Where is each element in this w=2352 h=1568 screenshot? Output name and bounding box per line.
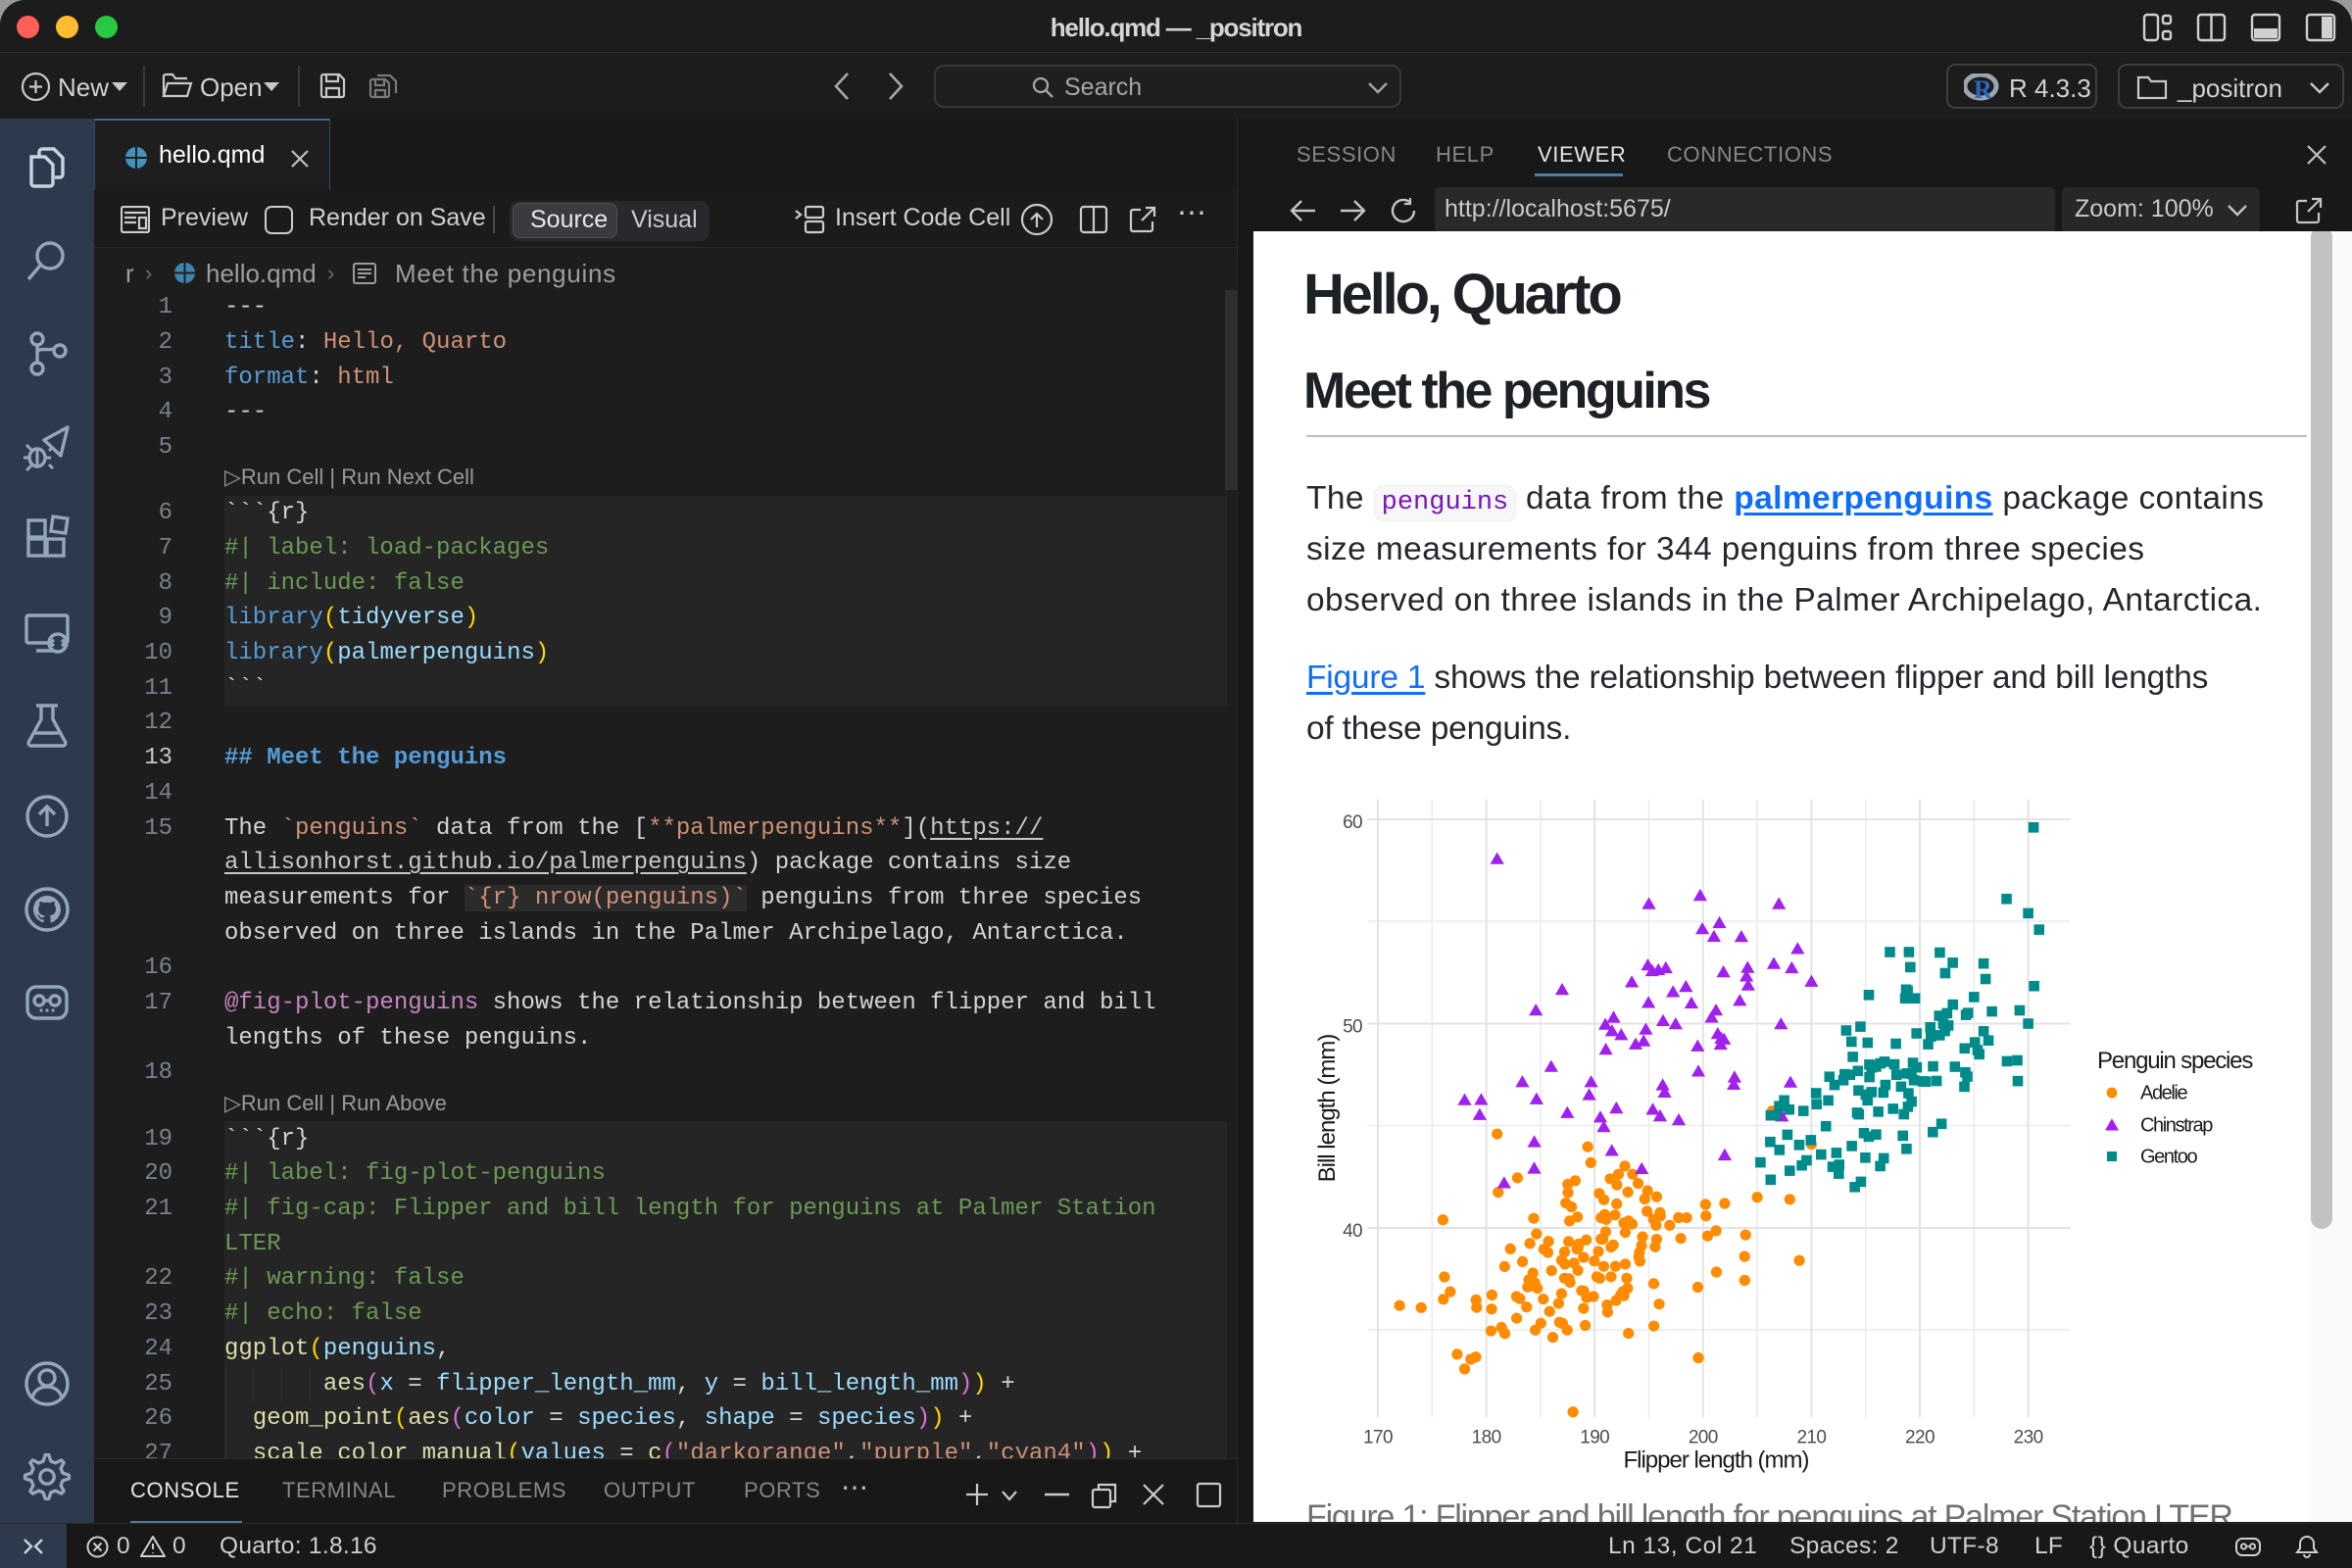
svg-text:Gentoo: Gentoo	[2140, 1147, 2197, 1168]
svg-text:200: 200	[1689, 1428, 1718, 1448]
svg-text:50: 50	[1343, 1017, 1362, 1038]
svg-text:R: R	[1974, 75, 1992, 102]
svg-text:Penguin species: Penguin species	[2097, 1048, 2253, 1074]
svg-text:230: 230	[2014, 1428, 2043, 1448]
svg-text:210: 210	[1796, 1428, 1826, 1448]
svg-text:60: 60	[1343, 812, 1362, 833]
svg-text:190: 190	[1580, 1428, 1609, 1448]
svg-text:Flipper length (mm): Flipper length (mm)	[1623, 1447, 1808, 1474]
svg-text:Chinstrap: Chinstrap	[2140, 1115, 2213, 1137]
svg-text:Bill length (mm): Bill length (mm)	[1314, 1035, 1341, 1183]
svg-text:40: 40	[1343, 1221, 1362, 1242]
svg-text:220: 220	[1905, 1428, 1935, 1448]
svg-text:180: 180	[1472, 1428, 1501, 1448]
svg-text:Adelie: Adelie	[2140, 1083, 2187, 1104]
svg-text:170: 170	[1363, 1428, 1393, 1448]
